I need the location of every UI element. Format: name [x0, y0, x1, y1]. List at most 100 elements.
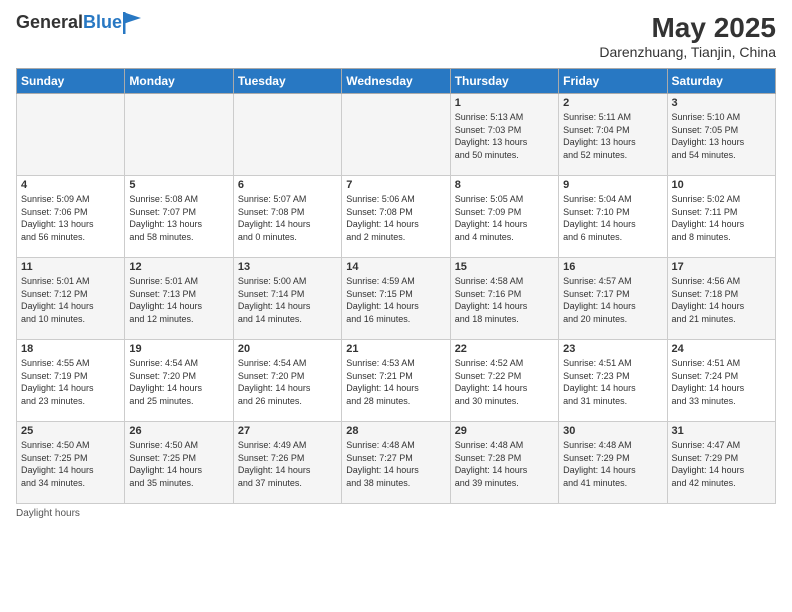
week-row-3: 11 Sunrise: 5:01 AMSunset: 7:12 PMDayligh…	[17, 258, 776, 340]
cell-info: Sunrise: 4:59 AMSunset: 7:15 PMDaylight:…	[346, 275, 445, 325]
weekday-header-friday: Friday	[559, 69, 667, 94]
cell-info: Sunrise: 4:50 AMSunset: 7:25 PMDaylight:…	[21, 439, 120, 489]
day-cell-5: 5 Sunrise: 5:08 AMSunset: 7:07 PMDaylight…	[125, 176, 233, 258]
cell-info: Sunrise: 4:58 AMSunset: 7:16 PMDaylight:…	[455, 275, 554, 325]
day-cell-7: 7Sunrise: 5:06 AMSunset: 7:08 PMDaylight…	[342, 176, 450, 258]
day-number: 29	[455, 425, 554, 437]
day-number: 20	[238, 343, 337, 355]
cell-info: Sunrise: 4:51 AMSunset: 7:24 PMDaylight:…	[672, 357, 771, 407]
weekday-header-row: SundayMondayTuesdayWednesdayThursdayFrid…	[17, 69, 776, 94]
day-number: 23	[563, 343, 662, 355]
day-cell-19: 19Sunrise: 4:54 AMSunset: 7:20 PMDayligh…	[125, 340, 233, 422]
location: Darenzhuang, Tianjin, China	[599, 44, 776, 60]
day-number: 18	[21, 343, 120, 355]
day-cell-6: 6Sunrise: 5:07 AMSunset: 7:08 PMDaylight…	[233, 176, 341, 258]
day-cell-24: 24 Sunrise: 4:51 AMSunset: 7:24 PMDayligh…	[667, 340, 775, 422]
cell-info: Sunrise: 5:00 AMSunset: 7:14 PMDaylight:…	[238, 275, 337, 325]
footer-note: Daylight hours	[16, 508, 776, 519]
cell-info: Sunrise: 5:10 AMSunset: 7:05 PMDaylight:…	[672, 111, 771, 161]
day-number: 4	[21, 179, 120, 191]
day-number: 21	[346, 343, 445, 355]
weekday-header-tuesday: Tuesday	[233, 69, 341, 94]
day-cell-17: 17Sunrise: 4:56 AMSunset: 7:18 PMDayligh…	[667, 258, 775, 340]
day-cell-23: 23 Sunrise: 4:51 AMSunset: 7:23 PMDayligh…	[559, 340, 667, 422]
day-cell-8: 8Sunrise: 5:05 AMSunset: 7:09 PMDaylight…	[450, 176, 558, 258]
day-cell-25: 25 Sunrise: 4:50 AMSunset: 7:25 PMDayligh…	[17, 422, 125, 504]
day-number: 1	[455, 97, 554, 109]
day-cell-2: 2 Sunrise: 5:11 AMSunset: 7:04 PMDaylight…	[559, 94, 667, 176]
day-number: 5	[129, 179, 228, 191]
cell-info: Sunrise: 5:08 AMSunset: 7:07 PMDaylight:…	[129, 193, 228, 243]
day-number: 26	[129, 425, 228, 437]
cell-info: Sunrise: 5:11 AMSunset: 7:04 PMDaylight:…	[563, 111, 662, 161]
day-cell-30: 30Sunrise: 4:48 AMSunset: 7:29 PMDayligh…	[559, 422, 667, 504]
cell-info: Sunrise: 5:01 AMSunset: 7:12 PMDaylight:…	[21, 275, 120, 325]
day-cell-11: 11 Sunrise: 5:01 AMSunset: 7:12 PMDayligh…	[17, 258, 125, 340]
day-number: 22	[455, 343, 554, 355]
cell-info: Sunrise: 5:02 AMSunset: 7:11 PMDaylight:…	[672, 193, 771, 243]
day-number: 15	[455, 261, 554, 273]
week-row-2: 4 Sunrise: 5:09 AMSunset: 7:06 PMDaylight…	[17, 176, 776, 258]
month-year: May 2025	[599, 12, 776, 44]
day-number: 2	[563, 97, 662, 109]
day-number: 9	[563, 179, 662, 191]
day-cell-31: 31 Sunrise: 4:47 AMSunset: 7:29 PMDayligh…	[667, 422, 775, 504]
day-cell-20: 20 Sunrise: 4:54 AMSunset: 7:20 PMDayligh…	[233, 340, 341, 422]
day-number: 14	[346, 261, 445, 273]
day-cell-14: 14 Sunrise: 4:59 AMSunset: 7:15 PMDayligh…	[342, 258, 450, 340]
title-block: May 2025 Darenzhuang, Tianjin, China	[599, 12, 776, 60]
week-row-1: 1 Sunrise: 5:13 AMSunset: 7:03 PMDaylight…	[17, 94, 776, 176]
cell-info: Sunrise: 4:54 AMSunset: 7:20 PMDaylight:…	[238, 357, 337, 407]
day-number: 31	[672, 425, 771, 437]
cell-info: Sunrise: 4:53 AMSunset: 7:21 PMDaylight:…	[346, 357, 445, 407]
logo-flag-icon	[123, 12, 141, 34]
cell-info: Sunrise: 4:51 AMSunset: 7:23 PMDaylight:…	[563, 357, 662, 407]
day-number: 24	[672, 343, 771, 355]
logo-general: GeneralBlue	[16, 13, 122, 33]
day-number: 12	[129, 261, 228, 273]
cell-info: Sunrise: 4:48 AMSunset: 7:29 PMDaylight:…	[563, 439, 662, 489]
cell-info: Sunrise: 5:05 AMSunset: 7:09 PMDaylight:…	[455, 193, 554, 243]
day-cell-21: 21 Sunrise: 4:53 AMSunset: 7:21 PMDayligh…	[342, 340, 450, 422]
day-number: 27	[238, 425, 337, 437]
cell-info: Sunrise: 4:47 AMSunset: 7:29 PMDaylight:…	[672, 439, 771, 489]
weekday-header-sunday: Sunday	[17, 69, 125, 94]
day-number: 10	[672, 179, 771, 191]
day-number: 28	[346, 425, 445, 437]
week-row-4: 18Sunrise: 4:55 AMSunset: 7:19 PMDayligh…	[17, 340, 776, 422]
weekday-header-wednesday: Wednesday	[342, 69, 450, 94]
empty-cell	[233, 94, 341, 176]
cell-info: Sunrise: 4:52 AMSunset: 7:22 PMDaylight:…	[455, 357, 554, 407]
day-number: 13	[238, 261, 337, 273]
cell-info: Sunrise: 5:06 AMSunset: 7:08 PMDaylight:…	[346, 193, 445, 243]
day-cell-27: 27 Sunrise: 4:49 AMSunset: 7:26 PMDayligh…	[233, 422, 341, 504]
cell-info: Sunrise: 4:57 AMSunset: 7:17 PMDaylight:…	[563, 275, 662, 325]
logo: GeneralBlue	[16, 12, 141, 34]
page: GeneralBlue May 2025 Darenzhuang, Tianji…	[0, 0, 792, 612]
cell-info: Sunrise: 4:56 AMSunset: 7:18 PMDaylight:…	[672, 275, 771, 325]
day-cell-13: 13 Sunrise: 5:00 AMSunset: 7:14 PMDayligh…	[233, 258, 341, 340]
empty-cell	[125, 94, 233, 176]
cell-info: Sunrise: 5:09 AMSunset: 7:06 PMDaylight:…	[21, 193, 120, 243]
day-cell-10: 10 Sunrise: 5:02 AMSunset: 7:11 PMDayligh…	[667, 176, 775, 258]
cell-info: Sunrise: 4:48 AMSunset: 7:28 PMDaylight:…	[455, 439, 554, 489]
cell-info: Sunrise: 5:13 AMSunset: 7:03 PMDaylight:…	[455, 111, 554, 161]
weekday-header-monday: Monday	[125, 69, 233, 94]
day-cell-9: 9Sunrise: 5:04 AMSunset: 7:10 PMDaylight…	[559, 176, 667, 258]
day-cell-26: 26 Sunrise: 4:50 AMSunset: 7:25 PMDayligh…	[125, 422, 233, 504]
day-cell-4: 4 Sunrise: 5:09 AMSunset: 7:06 PMDaylight…	[17, 176, 125, 258]
cell-info: Sunrise: 4:49 AMSunset: 7:26 PMDaylight:…	[238, 439, 337, 489]
day-cell-22: 22 Sunrise: 4:52 AMSunset: 7:22 PMDayligh…	[450, 340, 558, 422]
day-number: 6	[238, 179, 337, 191]
day-cell-16: 16Sunrise: 4:57 AMSunset: 7:17 PMDayligh…	[559, 258, 667, 340]
day-number: 25	[21, 425, 120, 437]
header: GeneralBlue May 2025 Darenzhuang, Tianji…	[16, 12, 776, 60]
day-cell-18: 18Sunrise: 4:55 AMSunset: 7:19 PMDayligh…	[17, 340, 125, 422]
cell-info: Sunrise: 5:01 AMSunset: 7:13 PMDaylight:…	[129, 275, 228, 325]
cell-info: Sunrise: 4:48 AMSunset: 7:27 PMDaylight:…	[346, 439, 445, 489]
day-number: 11	[21, 261, 120, 273]
cell-info: Sunrise: 4:50 AMSunset: 7:25 PMDaylight:…	[129, 439, 228, 489]
empty-cell	[17, 94, 125, 176]
weekday-header-saturday: Saturday	[667, 69, 775, 94]
day-cell-28: 28 Sunrise: 4:48 AMSunset: 7:27 PMDayligh…	[342, 422, 450, 504]
